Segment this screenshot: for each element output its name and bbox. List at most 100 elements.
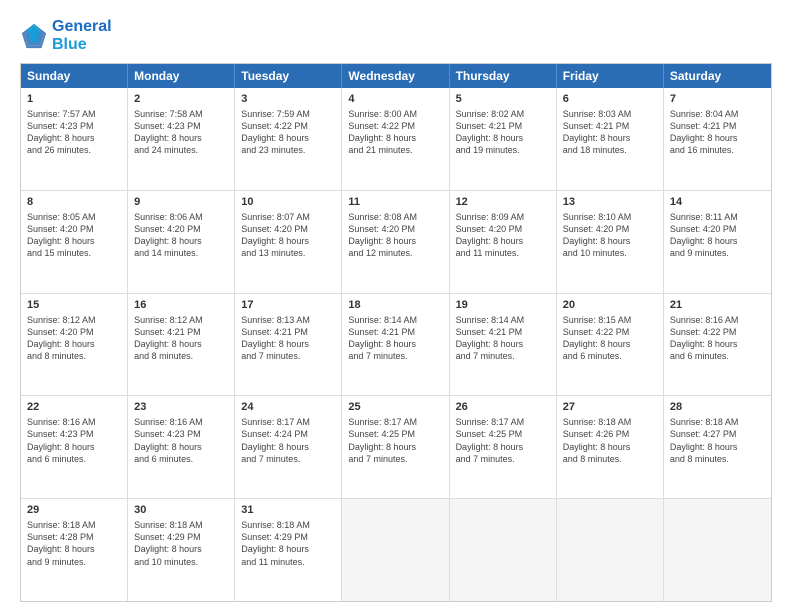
calendar-week-4: 22Sunrise: 8:16 AMSunset: 4:23 PMDayligh…	[21, 396, 771, 499]
calendar-day-3: 3Sunrise: 7:59 AMSunset: 4:22 PMDaylight…	[235, 88, 342, 190]
calendar-day-12: 12Sunrise: 8:09 AMSunset: 4:20 PMDayligh…	[450, 191, 557, 293]
day-info-line: and 7 minutes.	[456, 453, 550, 465]
day-info-line: Daylight: 8 hours	[348, 338, 442, 350]
day-number: 11	[348, 195, 442, 210]
day-info-line: Sunrise: 8:07 AM	[241, 211, 335, 223]
day-number: 28	[670, 400, 765, 415]
day-info-line: Sunrise: 8:11 AM	[670, 211, 765, 223]
day-number: 1	[27, 92, 121, 107]
day-info-line: and 6 minutes.	[134, 453, 228, 465]
calendar-day-21: 21Sunrise: 8:16 AMSunset: 4:22 PMDayligh…	[664, 294, 771, 396]
day-info-line: Sunset: 4:21 PM	[670, 120, 765, 132]
day-info-line: Sunrise: 8:09 AM	[456, 211, 550, 223]
day-info-line: Sunset: 4:23 PM	[134, 428, 228, 440]
calendar-day-2: 2Sunrise: 7:58 AMSunset: 4:23 PMDaylight…	[128, 88, 235, 190]
day-info-line: Daylight: 8 hours	[563, 338, 657, 350]
day-info-line: Sunset: 4:27 PM	[670, 428, 765, 440]
calendar-day-empty	[664, 499, 771, 601]
logo-text: General Blue	[52, 18, 112, 53]
calendar-day-19: 19Sunrise: 8:14 AMSunset: 4:21 PMDayligh…	[450, 294, 557, 396]
day-info-line: and 8 minutes.	[563, 453, 657, 465]
day-info-line: Daylight: 8 hours	[134, 543, 228, 555]
calendar-header: SundayMondayTuesdayWednesdayThursdayFrid…	[21, 64, 771, 88]
calendar-day-25: 25Sunrise: 8:17 AMSunset: 4:25 PMDayligh…	[342, 396, 449, 498]
calendar-day-15: 15Sunrise: 8:12 AMSunset: 4:20 PMDayligh…	[21, 294, 128, 396]
day-info-line: Sunrise: 8:15 AM	[563, 314, 657, 326]
day-info-line: Sunset: 4:21 PM	[348, 326, 442, 338]
day-info-line: Sunrise: 8:18 AM	[563, 416, 657, 428]
calendar-body: 1Sunrise: 7:57 AMSunset: 4:23 PMDaylight…	[21, 88, 771, 601]
calendar-day-28: 28Sunrise: 8:18 AMSunset: 4:27 PMDayligh…	[664, 396, 771, 498]
day-number: 2	[134, 92, 228, 107]
day-number: 13	[563, 195, 657, 210]
day-info-line: Sunset: 4:21 PM	[134, 326, 228, 338]
calendar-day-empty	[557, 499, 664, 601]
day-info-line: Sunrise: 8:10 AM	[563, 211, 657, 223]
calendar-day-6: 6Sunrise: 8:03 AMSunset: 4:21 PMDaylight…	[557, 88, 664, 190]
day-info-line: Daylight: 8 hours	[670, 132, 765, 144]
day-info-line: Daylight: 8 hours	[456, 235, 550, 247]
day-info-line: Sunset: 4:20 PM	[563, 223, 657, 235]
calendar-day-24: 24Sunrise: 8:17 AMSunset: 4:24 PMDayligh…	[235, 396, 342, 498]
day-info-line: Daylight: 8 hours	[27, 235, 121, 247]
day-info-line: Sunset: 4:23 PM	[27, 428, 121, 440]
calendar-week-5: 29Sunrise: 8:18 AMSunset: 4:28 PMDayligh…	[21, 499, 771, 601]
day-info-line: Sunset: 4:25 PM	[348, 428, 442, 440]
calendar-day-7: 7Sunrise: 8:04 AMSunset: 4:21 PMDaylight…	[664, 88, 771, 190]
day-info-line: Daylight: 8 hours	[456, 338, 550, 350]
day-info-line: Daylight: 8 hours	[456, 441, 550, 453]
day-info-line: and 9 minutes.	[670, 247, 765, 259]
day-info-line: Sunset: 4:24 PM	[241, 428, 335, 440]
day-info-line: Daylight: 8 hours	[670, 338, 765, 350]
calendar-week-2: 8Sunrise: 8:05 AMSunset: 4:20 PMDaylight…	[21, 191, 771, 294]
day-info-line: and 14 minutes.	[134, 247, 228, 259]
day-info-line: Sunset: 4:20 PM	[241, 223, 335, 235]
calendar: SundayMondayTuesdayWednesdayThursdayFrid…	[20, 63, 772, 602]
calendar-week-1: 1Sunrise: 7:57 AMSunset: 4:23 PMDaylight…	[21, 88, 771, 191]
day-info-line: Sunrise: 8:14 AM	[456, 314, 550, 326]
day-number: 3	[241, 92, 335, 107]
day-info-line: and 10 minutes.	[134, 556, 228, 568]
day-info-line: and 10 minutes.	[563, 247, 657, 259]
day-info-line: Sunrise: 8:03 AM	[563, 108, 657, 120]
day-number: 17	[241, 298, 335, 313]
day-info-line: Daylight: 8 hours	[134, 441, 228, 453]
day-info-line: Sunset: 4:29 PM	[241, 531, 335, 543]
calendar-day-10: 10Sunrise: 8:07 AMSunset: 4:20 PMDayligh…	[235, 191, 342, 293]
calendar-day-20: 20Sunrise: 8:15 AMSunset: 4:22 PMDayligh…	[557, 294, 664, 396]
day-info-line: Sunset: 4:20 PM	[27, 223, 121, 235]
day-info-line: Sunrise: 8:00 AM	[348, 108, 442, 120]
day-info-line: Daylight: 8 hours	[241, 543, 335, 555]
day-info-line: Sunrise: 8:04 AM	[670, 108, 765, 120]
day-number: 6	[563, 92, 657, 107]
calendar-day-22: 22Sunrise: 8:16 AMSunset: 4:23 PMDayligh…	[21, 396, 128, 498]
day-info-line: Daylight: 8 hours	[241, 132, 335, 144]
day-info-line: Sunset: 4:20 PM	[670, 223, 765, 235]
calendar-day-13: 13Sunrise: 8:10 AMSunset: 4:20 PMDayligh…	[557, 191, 664, 293]
day-info-line: and 11 minutes.	[456, 247, 550, 259]
calendar-day-30: 30Sunrise: 8:18 AMSunset: 4:29 PMDayligh…	[128, 499, 235, 601]
day-info-line: Sunrise: 8:06 AM	[134, 211, 228, 223]
day-info-line: Daylight: 8 hours	[563, 132, 657, 144]
calendar-day-4: 4Sunrise: 8:00 AMSunset: 4:22 PMDaylight…	[342, 88, 449, 190]
calendar-day-18: 18Sunrise: 8:14 AMSunset: 4:21 PMDayligh…	[342, 294, 449, 396]
day-info-line: Sunset: 4:20 PM	[348, 223, 442, 235]
calendar-day-31: 31Sunrise: 8:18 AMSunset: 4:29 PMDayligh…	[235, 499, 342, 601]
day-info-line: Sunrise: 7:57 AM	[27, 108, 121, 120]
calendar-day-9: 9Sunrise: 8:06 AMSunset: 4:20 PMDaylight…	[128, 191, 235, 293]
header: General Blue	[20, 18, 772, 53]
day-number: 23	[134, 400, 228, 415]
day-info-line: and 23 minutes.	[241, 144, 335, 156]
day-info-line: Sunset: 4:20 PM	[456, 223, 550, 235]
header-cell-sunday: Sunday	[21, 64, 128, 88]
day-info-line: Sunrise: 8:17 AM	[456, 416, 550, 428]
day-number: 22	[27, 400, 121, 415]
day-number: 4	[348, 92, 442, 107]
day-info-line: and 9 minutes.	[27, 556, 121, 568]
day-info-line: Sunrise: 8:17 AM	[241, 416, 335, 428]
day-info-line: Sunrise: 8:16 AM	[670, 314, 765, 326]
day-info-line: Sunset: 4:22 PM	[563, 326, 657, 338]
page: General Blue SundayMondayTuesdayWednesda…	[0, 0, 792, 612]
header-cell-monday: Monday	[128, 64, 235, 88]
day-info-line: Sunrise: 8:12 AM	[27, 314, 121, 326]
